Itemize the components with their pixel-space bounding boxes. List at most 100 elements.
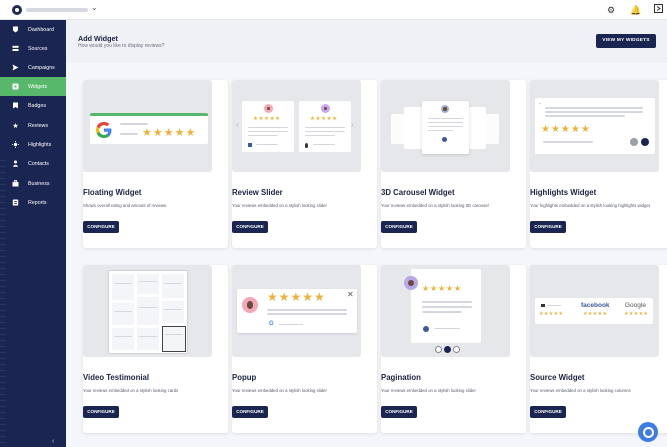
widget-title: Video Testimonial [83,373,149,382]
page-subtitle: How would you like to display reviews? [78,43,165,49]
sidebar-item-sources[interactable]: Sources [0,39,66,58]
widget-description: Your reviews embedded on a stylish looki… [83,388,179,393]
widget-description: Your reviews embedded on a stylish looki… [381,203,489,208]
sidebar-item-highlights[interactable]: Highlights [0,135,66,154]
sidebar-item-label: Reviews [28,122,49,129]
sidebar: Dashboard Sources Campaigns Widgets Badg… [0,20,66,447]
widget-card-video-testimonial[interactable]: Video Testimonial Your reviews embedded … [83,265,228,433]
review-slider-preview: ‹ › ★★★★★ ★★★★★ [232,80,361,172]
collapse-sidebar-icon[interactable]: ‹ [52,438,54,445]
configure-button[interactable]: CONFIGURE [530,406,566,418]
configure-button[interactable]: CONFIGURE [83,406,119,418]
top-bar: ⌄ ⚙ 🔔 [0,0,667,20]
carousel-center-card [422,101,469,154]
sidebar-item-badges[interactable]: Badges [0,96,66,115]
widget-description: Your reviews embedded on a stylish looki… [381,388,476,393]
sidebar-item-label: Business [28,180,50,187]
sidebar-item-label: Widgets [28,83,48,90]
widget-card-highlights[interactable]: " ★★★★★ Highlights Widget Your highlight… [530,80,667,248]
sidebar-item-label: Highlights [28,141,52,148]
workspace-name-placeholder[interactable] [26,8,88,12]
configure-button[interactable]: CONFIGURE [83,221,119,233]
business-icon [12,180,19,187]
highlight-icon [12,141,19,148]
widget-description: Shows overall rating and amount of revie… [83,203,168,208]
widget-card-3d-carousel[interactable]: 3D Carousel Widget Your reviews embedded… [381,80,526,248]
logout-icon[interactable] [652,4,664,16]
widget-card-review-slider[interactable]: ‹ › ★★★★★ ★★★★★ Review Slider Your revie… [232,80,377,248]
chat-support-icon[interactable] [638,422,658,442]
pagination-mock: ★★★★★ [411,269,481,343]
configure-button[interactable]: CONFIGURE [232,221,268,233]
sidebar-item-label: Badges [28,102,46,109]
widget-card-floating[interactable]: ★★★★★ Floating Widget Shows overall rati… [83,80,228,248]
popup-mock: ★★★★★ ✕ G [237,289,357,333]
chevron-down-icon[interactable]: ⌄ [91,3,98,12]
widget-title: Pagination [381,373,421,382]
floating-widget-mock: ★★★★★ [90,113,208,144]
widget-title: Floating Widget [83,188,142,197]
configure-button[interactable]: CONFIGURE [381,406,417,418]
source-columns-mock: ★★★★★ facebook ★★★★★ Google ★★★★★ [535,298,653,324]
sidebar-item-label: Contacts [28,160,49,167]
reports-icon [12,199,19,206]
highlights-mock: " ★★★★★ [535,98,655,154]
close-icon: ✕ [347,290,354,299]
widget-title: Source Widget [530,373,585,382]
widget-gallery: ★★★★★ Floating Widget Shows overall rati… [66,63,667,447]
bell-icon[interactable]: 🔔 [630,4,642,16]
sidebar-item-widgets[interactable]: Widgets [0,77,66,96]
sidebar-item-campaigns[interactable]: Campaigns [0,58,66,77]
review-card-mock: ★★★★★ [242,101,294,152]
floating-widget-preview: ★★★★★ [83,80,212,172]
sidebar-item-business[interactable]: Business [0,174,66,193]
configure-button[interactable]: CONFIGURE [232,406,268,418]
widget-title: Popup [232,373,257,382]
widget-description: Your reviews embedded on a stylish looki… [232,388,327,393]
highlights-preview: " ★★★★★ [530,80,659,172]
star-icon: ★ [12,122,19,130]
widget-icon [12,83,19,90]
widget-description: Your reviews embedded on a stylish looki… [530,388,631,393]
sidebar-item-label: Dashboard [28,26,54,33]
facebook-logo: facebook [581,302,610,309]
view-my-widgets-button[interactable]: VIEW MY WIDGETS [596,34,656,48]
pagination-preview: ★★★★★ [381,265,510,357]
google-logo-icon [96,122,112,138]
sidebar-item-contacts[interactable]: Contacts [0,154,66,173]
sidebar-item-dashboard[interactable]: Dashboard [0,20,66,39]
sidebar-item-label: Campaigns [28,64,55,71]
google-logo: Google [625,302,646,309]
dashboard-icon [12,26,19,33]
rating-stars: ★★★★★ [142,127,197,139]
widget-card-pagination[interactable]: ★★★★★ Pagination Your reviews embedded o… [381,265,526,433]
configure-button[interactable]: CONFIGURE [381,221,417,233]
sidebar-item-reviews[interactable]: ★ Reviews [0,116,66,135]
sidebar-item-label: Sources [28,45,48,52]
review-card-mock: ★★★★★ [299,101,351,152]
sidebar-item-reports[interactable]: Reports [0,193,66,212]
chevron-left-icon: ‹ [236,120,239,129]
configure-button[interactable]: CONFIGURE [530,221,566,233]
widget-title: Highlights Widget [530,188,597,197]
workspace-logo-icon[interactable] [12,5,22,15]
widget-card-source[interactable]: ★★★★★ facebook ★★★★★ Google ★★★★★ Source… [530,265,667,433]
page-title: Add Widget [78,34,118,43]
contacts-icon [12,160,19,167]
badge-icon [12,102,19,109]
carousel-preview [381,80,510,172]
sources-icon [12,45,19,52]
widget-title: 3D Carousel Widget [381,188,455,197]
popup-preview: ★★★★★ ✕ G [232,265,361,357]
video-grid-mock [108,270,188,354]
source-widget-preview: ★★★★★ facebook ★★★★★ Google ★★★★★ [530,265,659,357]
widget-title: Review Slider [232,188,283,197]
video-testimonial-preview [83,265,212,357]
gear-icon[interactable]: ⚙ [605,4,617,16]
send-icon [12,64,19,71]
sidebar-item-label: Reports [28,199,47,206]
widget-description: Your reviews embedded on a stylish looki… [232,203,327,208]
widget-description: Your highlights embedded on a stylish lo… [530,203,650,208]
chevron-right-icon: › [351,120,354,129]
widget-card-popup[interactable]: ★★★★★ ✕ G Popup Your reviews embedded on… [232,265,377,433]
